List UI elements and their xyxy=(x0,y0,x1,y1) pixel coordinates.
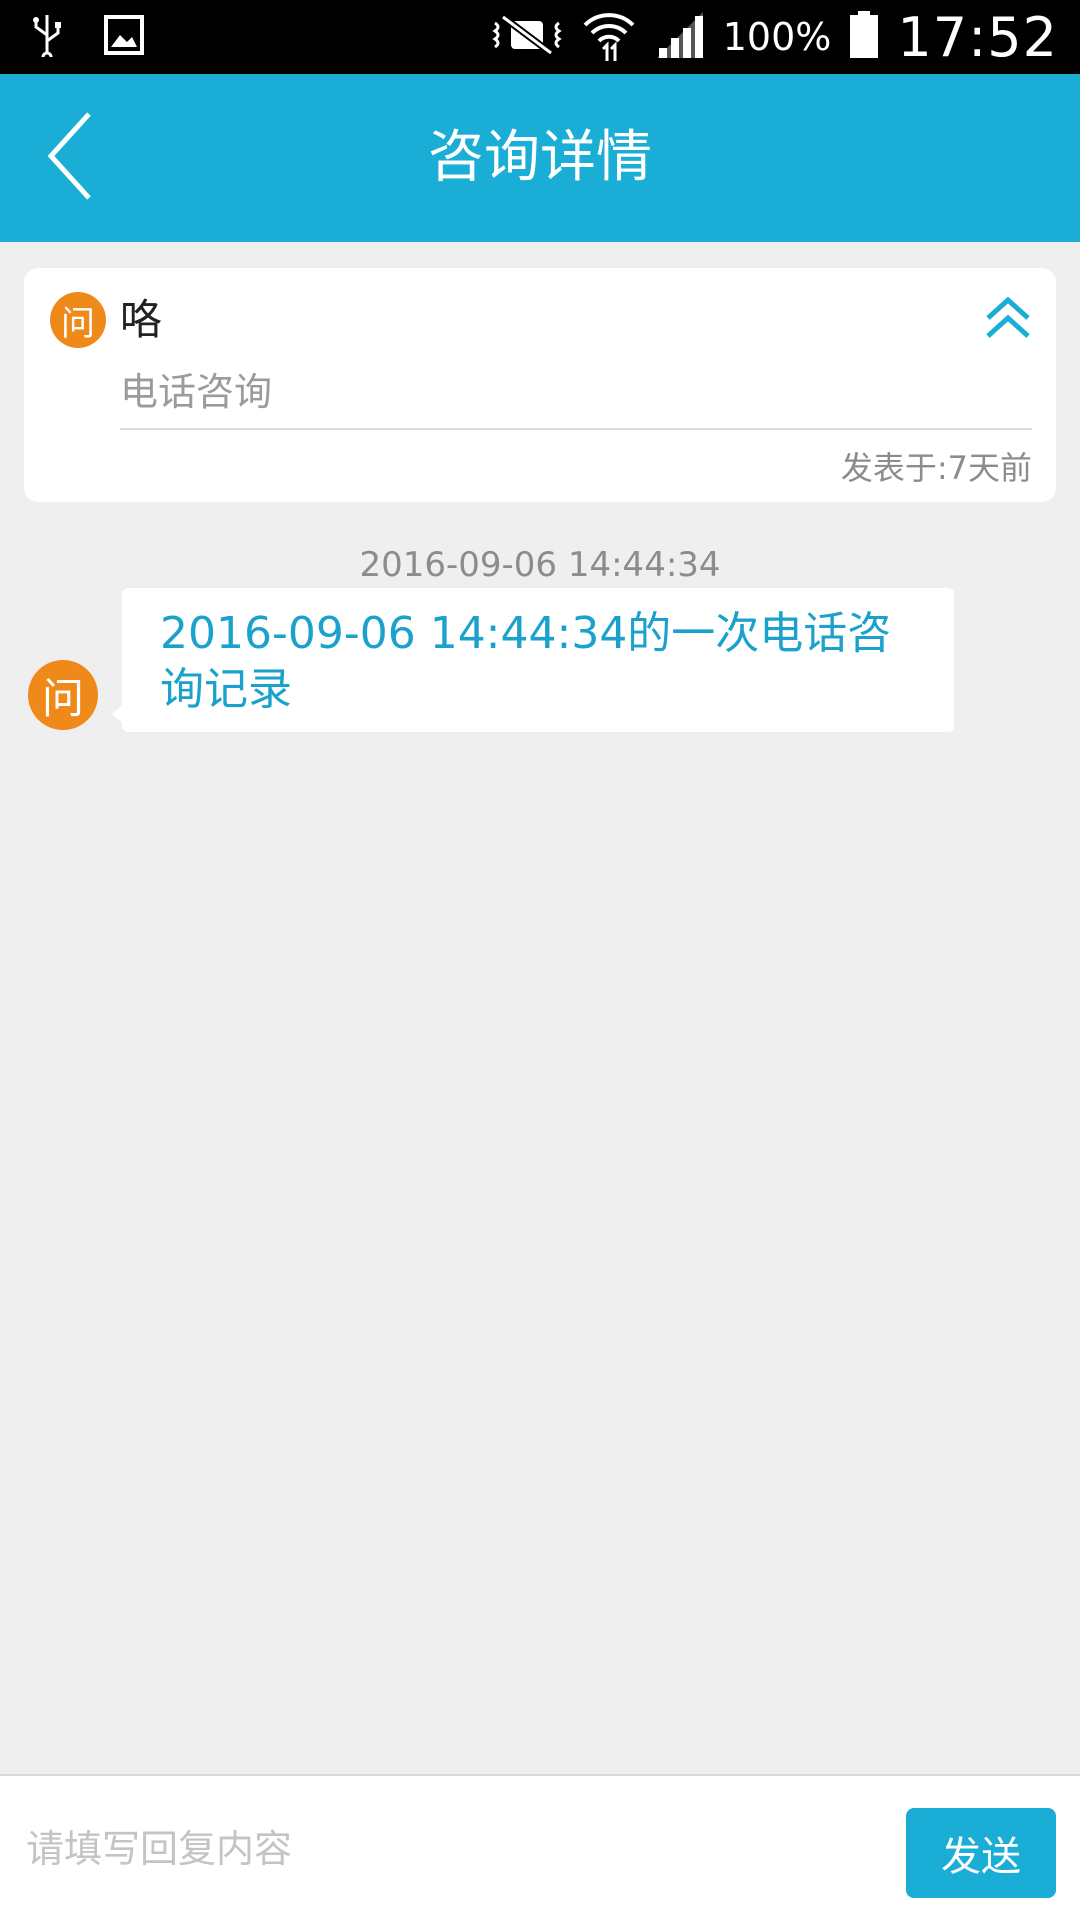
status-time: 17:52 xyxy=(897,5,1058,69)
message-badge: 问 xyxy=(28,660,98,730)
question-posted-time: 发表于:7天前 xyxy=(840,449,1032,487)
battery-percent: 100% xyxy=(722,15,832,59)
send-button[interactable]: 发送 xyxy=(906,1808,1056,1898)
message-bubble[interactable]: 2016-09-06 14:44:34的一次电话咨询记录 xyxy=(112,588,954,732)
app-screen: 100% 17:52 咨询详情 问 咯 电话咨询 发表于:7天前 2016-09… xyxy=(0,0,1080,1920)
header-bar: 咨询详情 xyxy=(0,74,1080,242)
wifi-icon xyxy=(581,7,637,67)
reply-input[interactable] xyxy=(24,1798,888,1900)
signal-icon xyxy=(655,10,705,64)
question-card: 问 咯 电话咨询 发表于:7天前 xyxy=(24,268,1056,502)
message-timestamp: 2016-09-06 14:44:34 xyxy=(359,545,721,585)
mute-icon xyxy=(491,13,563,61)
message-text: 2016-09-06 14:44:34的一次电话咨询记录 xyxy=(160,608,892,715)
question-title: 咯 xyxy=(120,295,163,344)
question-badge: 问 xyxy=(50,292,106,348)
question-type: 电话咨询 xyxy=(120,370,273,414)
image-icon xyxy=(104,15,144,59)
page-title: 咨询详情 xyxy=(428,125,652,190)
reply-bar: 发送 xyxy=(0,1774,1080,1920)
double-chevron-up-icon xyxy=(984,296,1032,344)
battery-icon xyxy=(849,11,879,63)
collapse-button[interactable] xyxy=(978,290,1038,350)
status-bar: 100% 17:52 xyxy=(0,0,1080,74)
divider xyxy=(120,428,1032,430)
usb-icon xyxy=(30,13,64,63)
